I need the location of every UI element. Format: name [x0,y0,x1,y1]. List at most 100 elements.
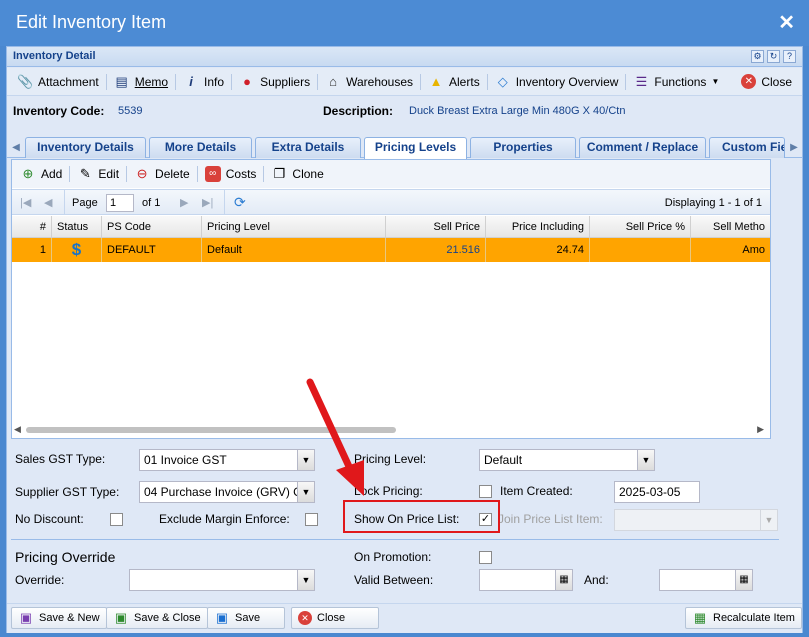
alerts-button[interactable]: ▲ Alerts [422,72,486,92]
info-button[interactable]: i Info [177,72,230,92]
delete-button[interactable]: ⊖ Delete [128,164,196,184]
save-close-label: Save & Close [134,612,201,624]
table-row[interactable]: 1 $ DEFAULT Default 21.516 24.74 Amo [12,238,770,262]
close-button[interactable]: ✕ Close [291,607,379,629]
clone-icon: ❐ [273,166,286,181]
toolbar-divider [263,166,265,182]
attachment-label: Attachment [38,74,99,89]
col-header-number[interactable]: # [12,216,52,238]
calendar-icon[interactable]: ▦ [555,570,572,590]
horizontal-scrollbar[interactable]: ◀ ▶ [12,423,770,437]
supplier-gst-value: 04 Purchase Invoice (GRV) G [144,485,303,499]
supplier-gst-select[interactable]: 04 Purchase Invoice (GRV) G ▼ [139,481,315,503]
warning-icon: ▲ [429,73,443,89]
recalculate-button[interactable]: ▦ Recalculate Item [685,607,802,629]
save-close-button[interactable]: ▣ Save & Close [106,607,208,629]
close-circle-icon: ✕ [741,74,757,89]
main-toolbar: 📎 Attachment ▤ Memo i Info ● Suppliers ⌂ Ware… [7,68,802,96]
row-sell-price-pct [590,238,691,262]
displaying-text: Displaying 1 - 1 of 1 [664,197,762,209]
toolbar-close-button[interactable]: ✕ Close [735,72,798,91]
row-price-including: 24.74 [486,238,590,262]
lock-pricing-checkbox[interactable] [479,485,492,498]
exclude-margin-label: Exclude Margin Enforce: [159,512,290,526]
save-new-label: Save & New [39,612,100,624]
on-promotion-checkbox[interactable] [479,551,492,564]
save-icon: ▣ [114,610,128,625]
no-discount-checkbox[interactable] [110,513,123,526]
join-price-list-select[interactable]: ▼ [614,509,778,531]
calendar-icon[interactable]: ▦ [735,570,752,590]
save-icon: ▣ [215,610,229,625]
edit-button[interactable]: ✎ Edit [71,164,125,184]
item-created-field[interactable]: 2025-03-05 [614,481,700,503]
next-page-icon[interactable]: ▶ [180,196,188,209]
col-header-sell-price[interactable]: Sell Price [386,216,486,238]
save-button[interactable]: ▣ Save [207,607,285,629]
row-sell-price: 21.516 [386,238,486,262]
tab-comment-replace[interactable]: Comment / Replace [579,137,706,158]
attachment-button[interactable]: 📎 Attachment [11,72,105,92]
toolbar-divider [126,166,128,182]
chevron-down-icon[interactable]: ▼ [297,570,314,590]
tab-custom-fields[interactable]: Custom Fie [709,137,785,158]
close-icon[interactable]: ✕ [778,10,795,35]
window-body: Inventory Detail ⚙ ↻ ? 📎 Attachment ▤ Memo… [6,46,803,633]
functions-button[interactable]: ☰ Functions ▼ [627,72,725,92]
col-header-price-including[interactable]: Price Including [486,216,590,238]
clone-button[interactable]: ❐ Clone [265,164,329,184]
scroll-right-icon[interactable]: ▶ [757,424,764,435]
warehouses-button[interactable]: ⌂ Warehouses [319,72,419,92]
and-label: And: [584,573,609,587]
col-header-sell-method[interactable]: Sell Metho [691,216,770,238]
first-page-icon[interactable]: |◀ [20,196,31,209]
gear-icon[interactable]: ⚙ [751,50,764,63]
warehouse-icon: ⌂ [329,73,338,89]
tab-more-details[interactable]: More Details [149,137,252,158]
inventory-code-label: Inventory Code: [13,104,105,118]
no-discount-label: No Discount: [15,512,84,526]
help-icon[interactable]: ? [783,50,796,63]
memo-icon: ▤ [115,73,128,89]
window-title: Edit Inventory Item [16,12,167,32]
suppliers-label: Suppliers [260,74,311,89]
item-created-value: 2025-03-05 [619,485,681,499]
col-header-ps-code[interactable]: PS Code [102,216,202,238]
tab-pricing-levels[interactable]: Pricing Levels [364,137,467,159]
tab-extra-details[interactable]: Extra Details [255,137,361,158]
pricing-level-select[interactable]: Default ▼ [479,449,655,471]
tab-properties[interactable]: Properties [470,137,576,158]
valid-from-field[interactable]: ▦ [479,569,573,591]
sales-gst-select[interactable]: 01 Invoice GST ▼ [139,449,315,471]
row-number: 1 [12,238,52,262]
refresh-icon[interactable]: ↻ [767,50,780,63]
page-input[interactable]: 1 [106,194,134,212]
add-button[interactable]: ⊕ Add [14,164,68,184]
save-new-button[interactable]: ▣ Save & New [11,607,107,629]
description-label: Description: [323,104,394,118]
tab-scroll-left-icon[interactable]: ◀ [9,138,23,157]
info-label: Info [204,74,225,89]
tab-strip: ◀ Inventory Details More Details Extra D… [7,134,802,159]
memo-button[interactable]: ▤ Memo [108,72,174,92]
refresh-icon[interactable]: ⟳ [234,194,246,211]
col-header-pricing-level[interactable]: Pricing Level [202,216,386,238]
tab-scroll-right-icon[interactable]: ▶ [787,138,801,157]
tab-inventory-details[interactable]: Inventory Details [25,137,146,158]
prev-page-icon[interactable]: ◀ [44,196,52,209]
panel-header: Inventory Detail ⚙ ↻ ? [7,47,802,67]
override-select[interactable]: ▼ [129,569,315,591]
scroll-left-icon[interactable]: ◀ [14,424,21,435]
pricing-override-heading: Pricing Override [15,549,116,565]
toolbar-divider [486,73,488,90]
inventory-overview-button[interactable]: ◇ Inventory Overview [489,72,625,92]
valid-to-field[interactable]: ▦ [659,569,753,591]
chevron-down-icon[interactable]: ▼ [637,450,654,470]
panel-title: Inventory Detail [13,50,96,62]
costs-button[interactable]: ∞ Costs [199,164,263,184]
col-header-status[interactable]: Status [52,216,102,238]
exclude-margin-checkbox[interactable] [305,513,318,526]
suppliers-button[interactable]: ● Suppliers [233,72,316,92]
last-page-icon[interactable]: ▶| [202,196,213,209]
col-header-sell-price-pct[interactable]: Sell Price % [590,216,691,238]
